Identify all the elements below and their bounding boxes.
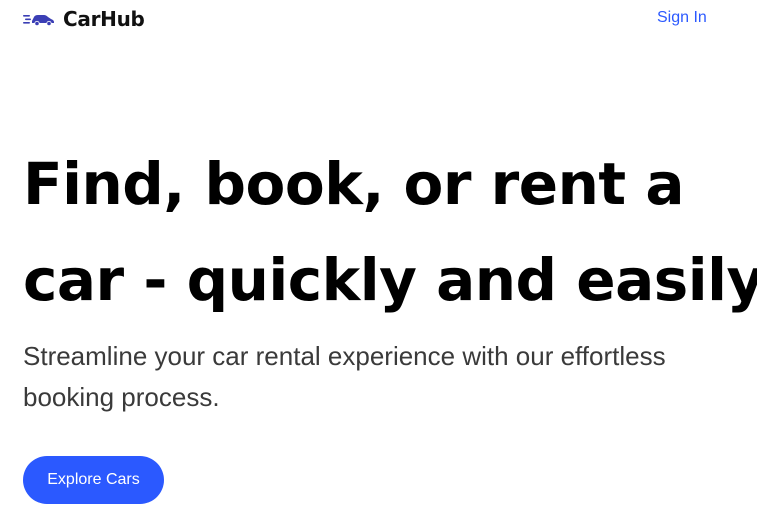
hero-title-line-2: car - quickly and easily xyxy=(23,246,757,314)
landing-page: CarHub Sign In Find, book, or rent a car… xyxy=(0,0,757,512)
hero-subtitle: Streamline your car rental experience wi… xyxy=(23,336,733,418)
hero-title-line-1: Find, book, or rent a xyxy=(23,150,684,218)
explore-cars-button[interactable]: Explore Cars xyxy=(23,456,164,504)
hero-title: Find, book, or rent a car - quickly and … xyxy=(23,136,757,328)
brand-name: CarHub xyxy=(63,7,145,31)
navbar: CarHub Sign In xyxy=(0,0,757,40)
hero-subtitle-line-1: Streamline your car rental experience wi… xyxy=(23,341,666,371)
hero-subtitle-line-2: booking process. xyxy=(23,382,220,412)
car-speed-icon xyxy=(23,15,54,26)
sign-in-link[interactable]: Sign In xyxy=(657,9,707,27)
brand-logo[interactable]: CarHub xyxy=(23,6,145,32)
